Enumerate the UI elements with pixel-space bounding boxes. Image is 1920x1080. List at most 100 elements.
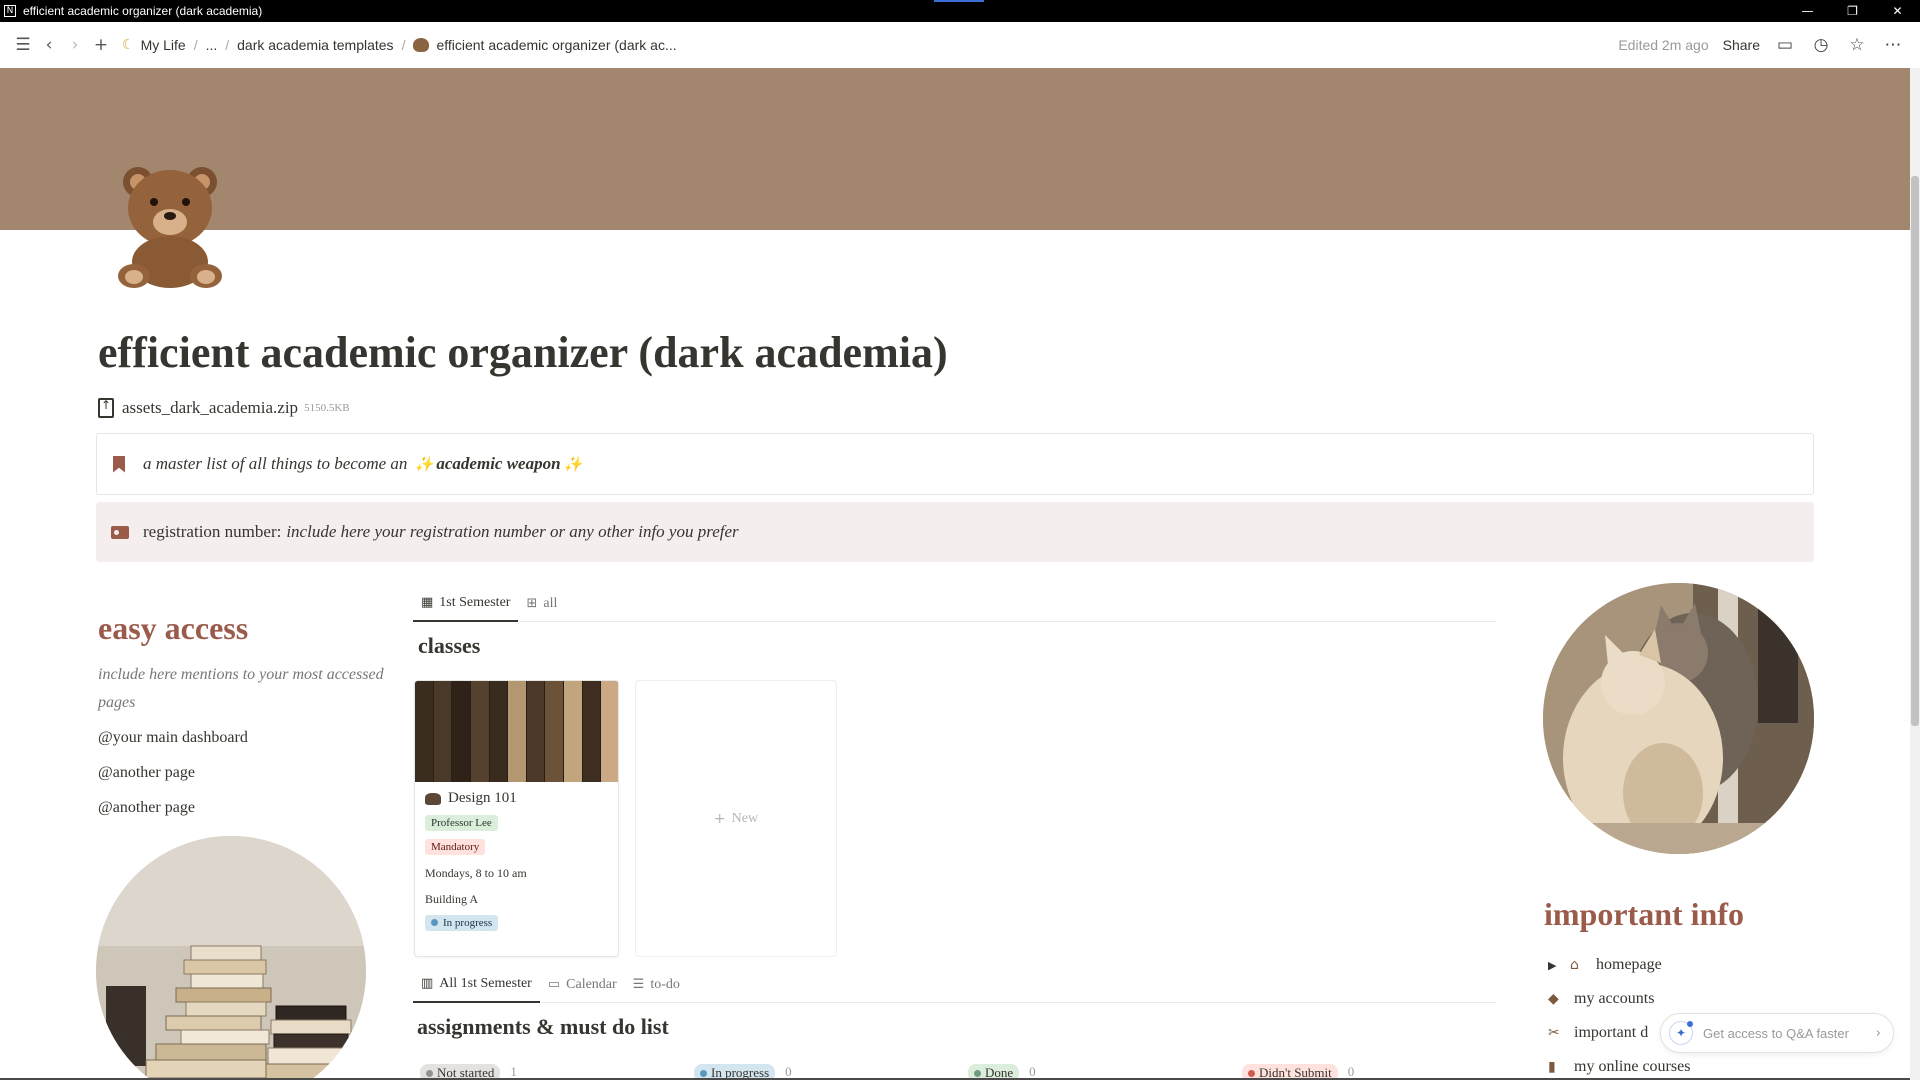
callout-registration: registration number: include here your r… [96, 502, 1814, 562]
sparkles-icon: ✨ [563, 455, 583, 473]
new-class-card[interactable]: + New [635, 680, 837, 957]
professor-tag: Professor Lee [425, 815, 498, 831]
file-size: 5150.5KB [304, 402, 350, 414]
notion-app-icon: N [4, 5, 16, 17]
favorite-star-icon[interactable]: ☆ [1846, 35, 1868, 55]
sparkles-icon: ✨ [414, 455, 434, 473]
breadcrumb-ellipsis[interactable]: ... [206, 37, 218, 53]
plus-icon: + [713, 810, 726, 827]
breadcrumb-dark-academia-templates[interactable]: dark academia templates [237, 37, 393, 53]
file-attachment[interactable]: assets_dark_academia.zip 5150.5KB [98, 398, 350, 418]
registration-value: include here your registration number or… [286, 522, 739, 541]
location-property: Building A [425, 892, 479, 906]
notion-topbar: ☰ ‹ › + ☾ My Life / ... / dark academia … [0, 22, 1920, 68]
easy-access-section: easy access include here mentions to you… [98, 610, 388, 822]
tab-1st-semester[interactable]: ▦ 1st Semester [413, 585, 519, 622]
window-title: efficient academic organizer (dark acade… [23, 4, 263, 18]
breadcrumb-current-page[interactable]: efficient academic organizer (dark ac... [436, 37, 676, 53]
callout-text: a master list of all things to become an… [143, 454, 585, 474]
important-info-heading: important info [1544, 896, 1744, 932]
breadcrumb: ☾ My Life / ... / dark academia template… [122, 37, 677, 53]
teddy-bear-page-icon[interactable] [100, 150, 240, 290]
tab-label: 1st Semester [439, 594, 511, 610]
sidebar-menu-icon[interactable]: ☰ [10, 35, 36, 55]
info-item-label: my accounts [1574, 990, 1655, 1007]
moon-icon: ☾ [122, 37, 135, 53]
qa-label: Get access to Q&A faster [1703, 1025, 1849, 1041]
edited-status: Edited 2m ago [1618, 37, 1709, 53]
status-badge: In progress [425, 915, 499, 931]
mention-main-dashboard[interactable]: @your main dashboard [98, 724, 388, 752]
breadcrumb-my-life[interactable]: My Life [141, 37, 186, 53]
mention-another-page[interactable]: @another page [98, 759, 388, 787]
breadcrumb-separator: / [193, 37, 198, 53]
callout-prefix: a master list of all things to become an [143, 454, 408, 473]
tab-all[interactable]: ⊞ all [518, 585, 565, 622]
back-arrow-icon[interactable]: ‹ [36, 35, 62, 55]
new-page-plus-icon[interactable]: + [88, 35, 114, 55]
table-icon: ⊞ [526, 596, 538, 611]
callout-highlight: academic weapon [436, 454, 561, 473]
info-item-my-online-courses[interactable]: ▮ my online courses [1548, 1050, 1690, 1080]
close-icon[interactable]: ✕ [1875, 0, 1920, 22]
topbar-actions: Edited 2m ago Share ▭ ◷ ☆ ⋯ [1618, 22, 1904, 68]
books-icon: ▮ [1548, 1059, 1556, 1075]
forward-arrow-icon[interactable]: › [62, 35, 88, 55]
tab-to-do[interactable]: ☰ to-do [625, 966, 688, 1003]
mention-another-page[interactable]: @another page [98, 794, 388, 822]
bookmark-icon [113, 455, 125, 473]
more-options-icon[interactable]: ⋯ [1882, 35, 1904, 55]
gallery-icon: ▦ [421, 595, 434, 610]
stacked-books-image [96, 836, 366, 1080]
share-button[interactable]: Share [1723, 37, 1760, 53]
status-dot [974, 1070, 981, 1077]
status-dot [426, 1070, 433, 1077]
chevron-right-icon: › [1875, 1025, 1881, 1041]
page-cover[interactable] [0, 68, 1910, 230]
info-item-label: homepage [1596, 956, 1662, 973]
info-item-homepage[interactable]: ▶ ⌂ homepage [1548, 948, 1690, 982]
tab-label: all [543, 595, 558, 611]
minimize-icon[interactable]: — [1785, 0, 1830, 22]
house-icon: ⌂ [1570, 957, 1579, 973]
classes-heading[interactable]: classes [418, 633, 480, 659]
breadcrumb-separator: / [225, 37, 230, 53]
scrollbar[interactable] [1910, 68, 1920, 1080]
calendar-icon: ▭ [547, 977, 561, 992]
info-item-label: my online courses [1574, 1058, 1691, 1075]
file-name[interactable]: assets_dark_academia.zip [122, 398, 298, 418]
scissors-icon: ✂ [1548, 1025, 1560, 1041]
window-titlebar: N efficient academic organizer (dark aca… [0, 0, 1920, 22]
easy-access-description: include here mentions to your most acces… [98, 666, 384, 711]
teddy-bear-icon [413, 38, 430, 52]
restore-icon[interactable]: ❐ [1830, 0, 1875, 22]
schedule-property: Mondays, 8 to 10 am [425, 866, 527, 880]
comment-icon[interactable]: ▭ [1774, 35, 1796, 55]
class-title: Design 101 [425, 790, 608, 807]
new-label: New [731, 810, 759, 826]
info-item-my-accounts[interactable]: ◆ my accounts [1548, 982, 1690, 1016]
tab-calendar[interactable]: ▭ Calendar [540, 966, 625, 1003]
callout-academic-weapon: a master list of all things to become an… [96, 433, 1814, 495]
assignments-heading[interactable]: assignments & must do list [417, 1014, 669, 1040]
breadcrumb-separator: / [401, 37, 406, 53]
active-indicator [934, 0, 984, 2]
mandatory-tag: Mandatory [425, 839, 486, 855]
classes-view-tabs: ▦ 1st Semester ⊞ all [413, 585, 1496, 622]
scrollbar-thumb[interactable] [1911, 176, 1919, 726]
class-card-design-101[interactable]: Design 101 Professor Lee Mandatory Monda… [414, 680, 619, 957]
important-info-list: ▶ ⌂ homepage ◆ my accounts ✂ important d… [1548, 948, 1690, 1080]
file-upload-icon [98, 398, 114, 418]
status-dot [700, 1070, 707, 1077]
qa-access-button[interactable]: ✦ Get access to Q&A faster › [1660, 1013, 1894, 1053]
history-clock-icon[interactable]: ◷ [1810, 35, 1832, 55]
toggle-triangle-icon[interactable]: ▶ [1548, 959, 1570, 972]
class-title-text: Design 101 [448, 790, 517, 806]
info-item-label: important d [1574, 1024, 1649, 1041]
tab-all-1st-semester[interactable]: ▥ All 1st Semester [413, 966, 540, 1003]
page-title[interactable]: efficient academic organizer (dark acade… [98, 327, 948, 378]
accounts-icon: ◆ [1548, 991, 1559, 1007]
tab-label: Calendar [566, 976, 617, 992]
board-icon: ▥ [421, 976, 434, 991]
list-icon: ☰ [632, 977, 645, 992]
